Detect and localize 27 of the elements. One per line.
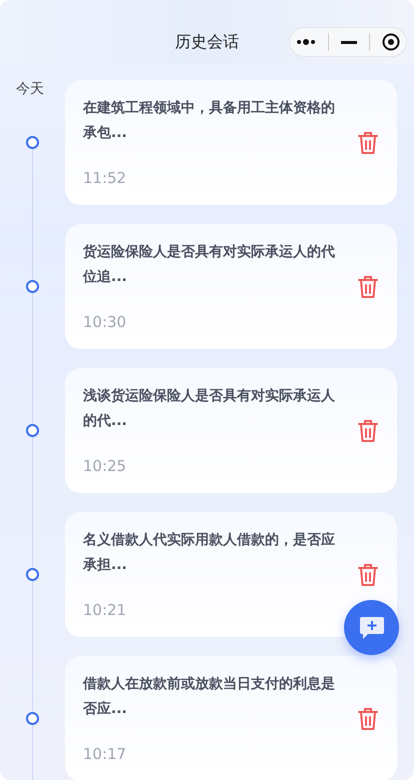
- timeline-dot: [26, 568, 39, 581]
- timeline-dot: [26, 280, 39, 293]
- new-chat-button[interactable]: [344, 600, 399, 655]
- timeline-dot: [26, 712, 39, 725]
- session-time: 10:17: [83, 745, 128, 763]
- session-time: 10:25: [83, 457, 128, 475]
- session-title: 借款人在放款前或放款当日支付的利息是否应...: [83, 675, 336, 719]
- session-time: 10:30: [83, 313, 128, 331]
- session-title: 名义借款人代实际用款人借款的，是否应承担...: [83, 530, 336, 575]
- minimize-icon[interactable]: [341, 40, 357, 44]
- trash-icon[interactable]: [357, 418, 379, 442]
- session-time: 11:52: [83, 169, 128, 187]
- timeline-dot: [26, 424, 39, 437]
- more-icon[interactable]: [296, 39, 316, 45]
- session-time: 10:21: [83, 601, 128, 619]
- trash-icon[interactable]: [357, 706, 379, 730]
- trash-icon[interactable]: [357, 274, 379, 298]
- session-title: 浅谈货运险保险人是否具有对实际承运人的代...: [83, 386, 336, 431]
- chat-plus-icon: [358, 616, 384, 640]
- page-title: 历史会话: [175, 32, 239, 52]
- close-icon[interactable]: [382, 33, 400, 51]
- trash-icon[interactable]: [357, 130, 379, 154]
- timeline-dot: [26, 136, 39, 149]
- date-label: 今天: [16, 80, 44, 98]
- session-title: 货运险保险人是否具有对实际承运人的代位追...: [83, 242, 336, 287]
- trash-icon[interactable]: [357, 562, 379, 586]
- session-title: 在建筑工程领域中，具备用工主体资格的承包...: [83, 98, 336, 143]
